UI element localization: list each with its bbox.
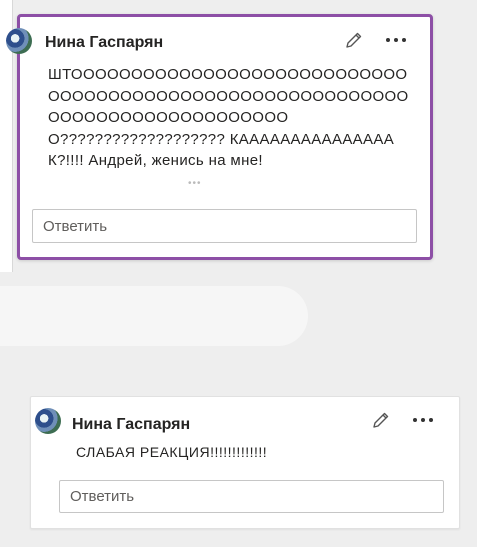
comment-text: ШТОООООООООООООООООООООООООООООООООООООО… [48, 66, 409, 169]
reply-field[interactable]: Ответить [59, 480, 444, 513]
avatar [6, 28, 32, 54]
ellipsis-indicator: ••• [188, 178, 202, 189]
more-options-icon[interactable] [411, 410, 435, 435]
comment-author: Нина Гаспарян [72, 416, 191, 433]
reply-field[interactable]: Ответить [32, 209, 417, 243]
pencil-icon[interactable] [371, 410, 391, 435]
pencil-icon[interactable] [344, 30, 364, 55]
comment-author: Нина Гаспарян [45, 34, 164, 51]
more-options-icon[interactable] [384, 30, 408, 55]
comment-text: СЛАБАЯ РЕАКЦИЯ!!!!!!!!!!!!! [76, 444, 268, 460]
selection-shadow [0, 286, 308, 346]
avatar [35, 408, 61, 434]
